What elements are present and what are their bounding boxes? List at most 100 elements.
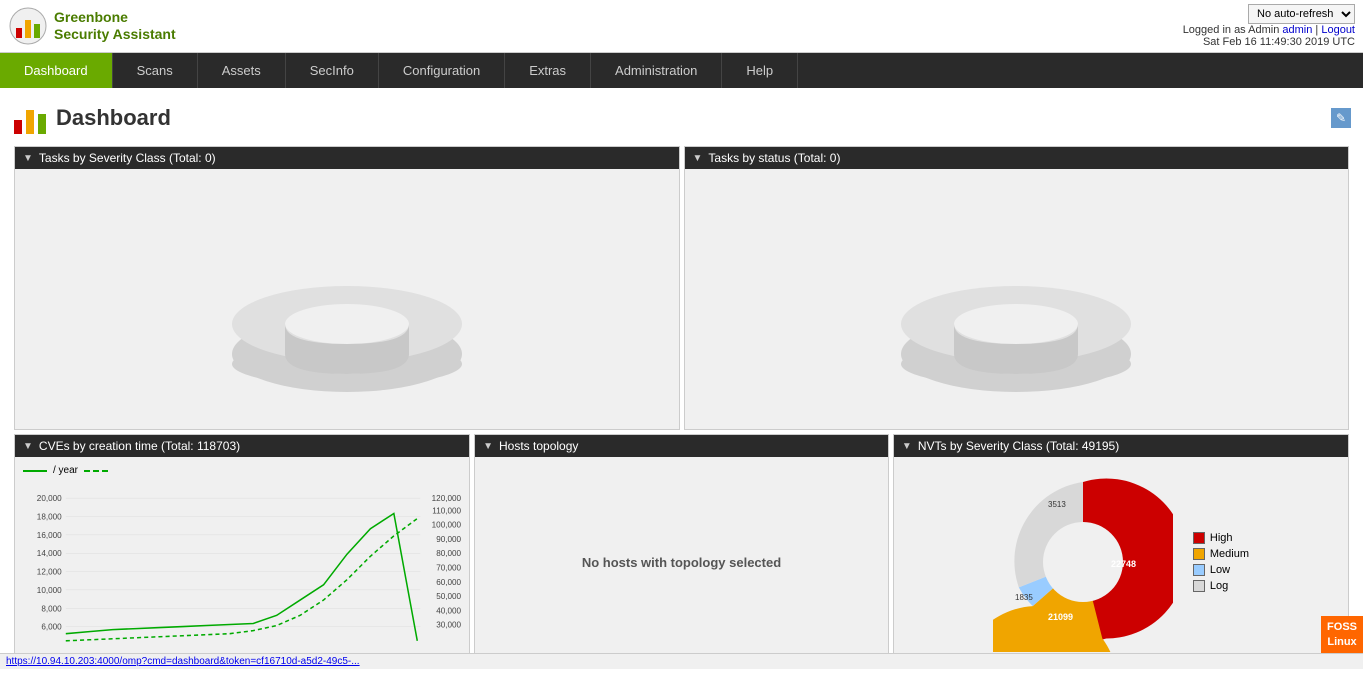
legend-item-log: Log — [1193, 580, 1249, 592]
svg-text:1835: 1835 — [1015, 593, 1033, 602]
svg-text:12,000: 12,000 — [37, 568, 62, 577]
datetime-text: Sat Feb 16 11:49:30 2019 UTC — [1183, 36, 1355, 48]
panel-title-topology: Hosts topology — [499, 439, 578, 453]
panel-nvts-severity: ▼ NVTs by Severity Class (Total: 49195) — [893, 434, 1349, 668]
svg-text:80,000: 80,000 — [436, 549, 461, 558]
collapse-arrow-3[interactable]: ▼ — [23, 441, 33, 452]
page-header: Dashboard ✎ — [12, 96, 1351, 144]
svg-text:8,000: 8,000 — [41, 604, 62, 613]
navbar: Dashboard Scans Assets SecInfo Configura… — [0, 53, 1363, 88]
nav-item-scans[interactable]: Scans — [113, 53, 198, 88]
legend-item-high: High — [1193, 532, 1249, 544]
legend-label-medium: Medium — [1210, 548, 1249, 560]
panel-title-tasks-severity: Tasks by Severity Class (Total: 0) — [39, 151, 216, 165]
svg-text:120,000: 120,000 — [432, 494, 461, 503]
chart-legend: / year — [23, 465, 108, 476]
panel-tasks-severity: ▼ Tasks by Severity Class (Total: 0) — [14, 146, 680, 430]
svg-text:3513: 3513 — [1048, 500, 1066, 509]
collapse-arrow-5[interactable]: ▼ — [902, 441, 912, 452]
dashboard-grid: ▼ Tasks by Severity Class (Total: 0) — [12, 144, 1351, 670]
legend-per-year-label: / year — [53, 465, 78, 476]
panel-body-nvts: 22748 21099 1835 3513 High — [894, 457, 1348, 667]
no-hosts-message: No hosts with topology selected — [582, 555, 781, 570]
svg-text:10,000: 10,000 — [37, 586, 62, 595]
panel-body-cves: / year 20,000 18,000 16,000 14,000 12,00… — [15, 457, 469, 667]
nav-item-administration[interactable]: Administration — [591, 53, 722, 88]
dashboard-row-2: ▼ CVEs by creation time (Total: 118703) … — [12, 432, 1351, 670]
svg-text:100,000: 100,000 — [432, 521, 461, 530]
legend-label-high: High — [1210, 532, 1233, 544]
logo-text: Greenbone Security Assistant — [54, 9, 176, 43]
edit-dashboard-button[interactable]: ✎ — [1331, 108, 1351, 128]
panel-header-cves: ▼ CVEs by creation time (Total: 118703) — [15, 435, 469, 457]
donut-tasks-status — [685, 169, 1349, 429]
dashboard-icon — [12, 100, 48, 136]
user-info: Logged in as Admin admin | Logout — [1183, 24, 1355, 36]
svg-text:22748: 22748 — [1111, 559, 1136, 569]
logo-line1: Greenbone — [54, 9, 176, 26]
svg-text:16,000: 16,000 — [37, 531, 62, 540]
nav-item-extras[interactable]: Extras — [505, 53, 591, 88]
panel-title-cves: CVEs by creation time (Total: 118703) — [39, 439, 240, 453]
nvt-pie-container: 22748 21099 1835 3513 High — [894, 457, 1348, 667]
collapse-arrow-2[interactable]: ▼ — [693, 153, 703, 164]
admin-link[interactable]: admin — [1282, 24, 1312, 36]
logo-icon — [8, 6, 48, 46]
panel-cves-time: ▼ CVEs by creation time (Total: 118703) … — [14, 434, 470, 668]
legend-solid-line — [23, 470, 47, 472]
donut-tasks-severity — [15, 169, 679, 429]
nav-item-help[interactable]: Help — [722, 53, 798, 88]
top-right-area: No auto-refresh 30 seconds 1 minute 5 mi… — [1183, 4, 1355, 48]
statusbar: https://10.94.10.203:4000/omp?cmd=dashbo… — [0, 653, 1363, 669]
panel-title-nvts: NVTs by Severity Class (Total: 49195) — [918, 439, 1119, 453]
svg-text:21099: 21099 — [1048, 612, 1073, 622]
panel-header-topology: ▼ Hosts topology — [475, 435, 888, 457]
legend-item-medium: Medium — [1193, 548, 1249, 560]
svg-text:14,000: 14,000 — [37, 549, 62, 558]
svg-text:20,000: 20,000 — [37, 494, 62, 503]
svg-text:50,000: 50,000 — [436, 592, 461, 601]
legend-color-medium — [1193, 548, 1205, 560]
page-title: Dashboard — [56, 105, 171, 131]
svg-text:70,000: 70,000 — [436, 564, 461, 573]
legend-label-log: Log — [1210, 580, 1228, 592]
foss-badge: FOSS Linux — [1321, 616, 1363, 653]
logo-line2: Security Assistant — [54, 26, 176, 43]
nav-item-secinfo[interactable]: SecInfo — [286, 53, 379, 88]
foss-line1: FOSS — [1327, 620, 1357, 634]
nav-item-configuration[interactable]: Configuration — [379, 53, 505, 88]
panel-header-tasks-severity: ▼ Tasks by Severity Class (Total: 0) — [15, 147, 679, 169]
legend-color-low — [1193, 564, 1205, 576]
nav-item-assets[interactable]: Assets — [198, 53, 286, 88]
cve-line-chart: 20,000 18,000 16,000 14,000 12,000 10,00… — [23, 480, 461, 659]
collapse-arrow-4[interactable]: ▼ — [483, 441, 493, 452]
statusbar-url[interactable]: https://10.94.10.203:4000/omp?cmd=dashbo… — [6, 656, 360, 667]
page-content: Dashboard ✎ ▼ Tasks by Severity Class (T… — [0, 88, 1363, 678]
auto-refresh-select[interactable]: No auto-refresh 30 seconds 1 minute 5 mi… — [1248, 4, 1355, 24]
nvt-legend: High Medium Low — [1193, 532, 1249, 592]
nav-item-dashboard[interactable]: Dashboard — [0, 53, 113, 88]
donut-chart-status — [726, 179, 1306, 419]
panel-header-nvts: ▼ NVTs by Severity Class (Total: 49195) — [894, 435, 1348, 457]
page-title-area: Dashboard — [12, 100, 171, 136]
topbar: Greenbone Security Assistant No auto-ref… — [0, 0, 1363, 53]
logout-link[interactable]: Logout — [1321, 24, 1355, 36]
dashboard-row-1: ▼ Tasks by Severity Class (Total: 0) — [12, 144, 1351, 432]
legend-dashed-line — [84, 470, 108, 472]
panel-header-tasks-status: ▼ Tasks by status (Total: 0) — [685, 147, 1349, 169]
svg-text:30,000: 30,000 — [436, 621, 461, 630]
collapse-arrow-1[interactable]: ▼ — [23, 153, 33, 164]
legend-color-high — [1193, 532, 1205, 544]
panel-body-tasks-severity — [15, 169, 679, 429]
auto-refresh-area: No auto-refresh 30 seconds 1 minute 5 mi… — [1183, 4, 1355, 24]
panel-body-tasks-status — [685, 169, 1349, 429]
nvt-pie-chart: 22748 21099 1835 3513 — [993, 472, 1173, 652]
legend-label-low: Low — [1210, 564, 1230, 576]
panel-hosts-topology: ▼ Hosts topology No hosts with topology … — [474, 434, 889, 668]
logo-area: Greenbone Security Assistant — [8, 6, 176, 46]
foss-line2: Linux — [1327, 635, 1357, 649]
panel-title-tasks-status: Tasks by status (Total: 0) — [708, 151, 840, 165]
panel-body-topology: No hosts with topology selected — [475, 457, 888, 667]
svg-text:40,000: 40,000 — [436, 606, 461, 615]
donut-chart-severity — [57, 179, 637, 419]
